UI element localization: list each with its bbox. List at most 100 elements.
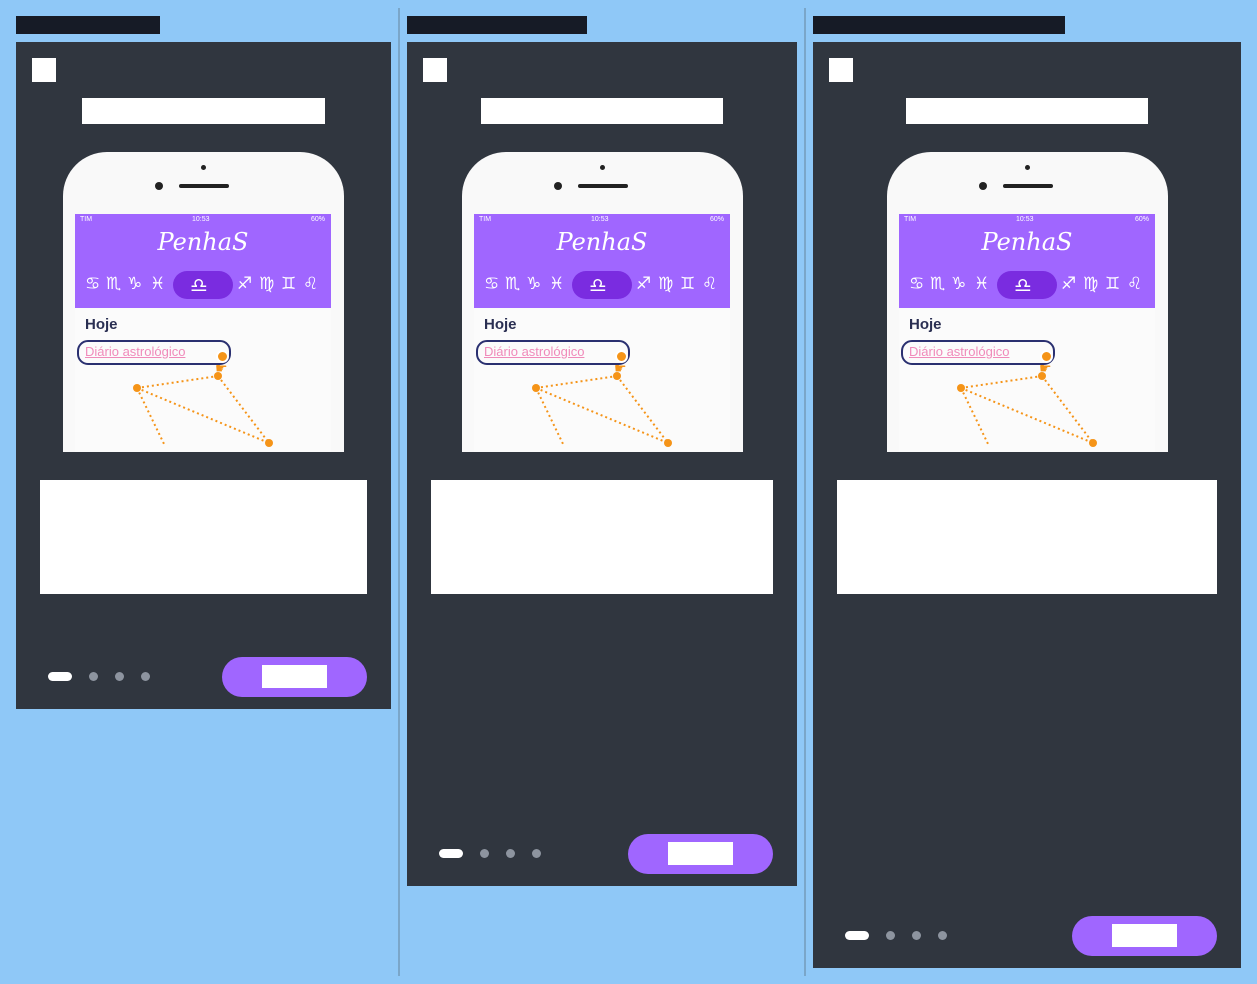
page-dot[interactable]: [480, 849, 489, 858]
status-bar: TIM 10:53 60%: [75, 216, 331, 226]
astrology-diary-link[interactable]: Diário astrológico: [901, 340, 1055, 365]
page-dot[interactable]: [89, 672, 98, 681]
sign-sagittarius[interactable]: ♐: [1061, 274, 1076, 294]
close-icon[interactable]: [32, 58, 56, 82]
next-button[interactable]: [222, 657, 367, 697]
onboarding-description: [431, 480, 773, 594]
clock: 10:53: [192, 216, 210, 223]
preview-title-bar: [813, 16, 1065, 34]
section-heading: Hoje: [85, 316, 118, 333]
astrology-diary-label: Diário astrológico: [484, 344, 585, 359]
sign-cancer[interactable]: ♋: [484, 274, 499, 294]
status-bar: TIM 10:53 60%: [474, 216, 730, 226]
page-dot[interactable]: [506, 849, 515, 858]
next-button-label: [262, 665, 327, 688]
sign-sagittarius[interactable]: ♐: [636, 274, 651, 294]
sign-sagittarius[interactable]: ♐: [237, 274, 252, 294]
astrology-diary-label: Diário astrológico: [909, 344, 1010, 359]
app-logo-title: PenhaS: [556, 228, 648, 256]
onboarding-heading: [481, 98, 723, 124]
sign-scorpio[interactable]: ♏: [505, 274, 520, 294]
sign-leo[interactable]: ♌: [1127, 274, 1142, 294]
phone-mockup: TIM 10:53 60% PenhaS ♋ ♏ ♑ ♓ ♎ ♐ ♍ ♊ ♌ H…: [887, 152, 1168, 452]
page-dot[interactable]: [532, 849, 541, 858]
sign-scorpio[interactable]: ♏: [930, 274, 945, 294]
page-dot-active[interactable]: [845, 931, 869, 940]
next-button-label: [668, 842, 733, 865]
next-button-label: [1112, 924, 1177, 947]
zodiac-sign-bar: ♋ ♏ ♑ ♓ ♎ ♐ ♍ ♊ ♌: [474, 270, 730, 300]
phone-mockup: TIM 10:53 60% PenhaS ♋ ♏ ♑ ♓ ♎ ♐ ♍ ♊ ♌ H…: [63, 152, 344, 452]
earpiece-speaker: [578, 184, 628, 188]
onboarding-description: [40, 480, 367, 594]
sign-libra-selected[interactable]: ♎: [997, 271, 1057, 299]
page-dot[interactable]: [912, 931, 921, 940]
phone-screen: TIM 10:53 60% PenhaS ♋ ♏ ♑ ♓ ♎ ♐ ♍ ♊ ♌ H…: [75, 214, 331, 452]
battery-level: 60%: [310, 216, 325, 223]
sign-virgo[interactable]: ♍: [658, 274, 673, 294]
app-header: TIM 10:53 60% PenhaS ♋ ♏ ♑ ♓ ♎ ♐ ♍ ♊ ♌: [474, 214, 730, 308]
sign-gemini[interactable]: ♊: [680, 274, 695, 294]
sign-leo[interactable]: ♌: [702, 274, 717, 294]
sign-cancer[interactable]: ♋: [909, 274, 924, 294]
page-dot-active[interactable]: [439, 849, 463, 858]
carrier-label: TIM: [479, 216, 492, 223]
close-icon[interactable]: [423, 58, 447, 82]
sign-libra-selected[interactable]: ♎: [572, 271, 632, 299]
preview-divider: [804, 8, 806, 976]
phone-mockup: TIM 10:53 60% PenhaS ♋ ♏ ♑ ♓ ♎ ♐ ♍ ♊ ♌ H…: [462, 152, 743, 452]
sign-capricorn[interactable]: ♑: [951, 274, 966, 294]
astrology-diary-link[interactable]: Diário astrológico: [476, 340, 630, 365]
front-camera: [979, 182, 987, 190]
earpiece-speaker: [179, 184, 229, 188]
status-bar: TIM 10:53 60%: [899, 216, 1155, 226]
sign-pisces[interactable]: ♓: [549, 274, 564, 294]
pagination-dots: [845, 931, 964, 940]
sign-virgo[interactable]: ♍: [259, 274, 274, 294]
constellation-icon: [133, 372, 273, 447]
page-dot-active[interactable]: [48, 672, 72, 681]
onboarding-panel-large: TIM 10:53 60% PenhaS ♋ ♏ ♑ ♓ ♎ ♐ ♍ ♊ ♌ H…: [813, 42, 1241, 968]
phone-screen: TIM 10:53 60% PenhaS ♋ ♏ ♑ ♓ ♎ ♐ ♍ ♊ ♌ H…: [474, 214, 730, 452]
astrology-diary-link[interactable]: Diário astrológico: [77, 340, 231, 365]
sign-gemini[interactable]: ♊: [281, 274, 296, 294]
sign-capricorn[interactable]: ♑: [526, 274, 541, 294]
onboarding-description: [837, 480, 1217, 594]
sign-libra-selected[interactable]: ♎: [173, 271, 233, 299]
next-button[interactable]: [1072, 916, 1217, 956]
sign-scorpio[interactable]: ♏: [106, 274, 121, 294]
preview-divider: [398, 8, 400, 976]
sign-virgo[interactable]: ♍: [1083, 274, 1098, 294]
onboarding-heading: [82, 98, 325, 124]
onboarding-panel-small: TIM 10:53 60% PenhaS ♋ ♏ ♑ ♓ ♎ ♐ ♍ ♊ ♌ H…: [16, 42, 391, 709]
sign-pisces[interactable]: ♓: [150, 274, 165, 294]
astrology-diary-label: Diário astrológico: [85, 344, 186, 359]
onboarding-panel-medium: TIM 10:53 60% PenhaS ♋ ♏ ♑ ♓ ♎ ♐ ♍ ♊ ♌ H…: [407, 42, 797, 886]
section-heading: Hoje: [909, 316, 942, 333]
close-icon[interactable]: [829, 58, 853, 82]
clock: 10:53: [591, 216, 609, 223]
constellation-icon: [532, 372, 672, 447]
sensor-dot: [1025, 165, 1030, 170]
front-camera: [554, 182, 562, 190]
page-dot[interactable]: [886, 931, 895, 940]
carrier-label: TIM: [904, 216, 917, 223]
sign-capricorn[interactable]: ♑: [127, 274, 142, 294]
page-dot[interactable]: [938, 931, 947, 940]
sign-libra: ♎: [190, 273, 208, 297]
preview-title-bar: [407, 16, 587, 34]
clock: 10:53: [1016, 216, 1034, 223]
sign-pisces[interactable]: ♓: [974, 274, 989, 294]
pagination-dots: [48, 672, 167, 681]
sign-gemini[interactable]: ♊: [1105, 274, 1120, 294]
page-dot[interactable]: [141, 672, 150, 681]
sensor-dot: [201, 165, 206, 170]
front-camera: [155, 182, 163, 190]
earpiece-speaker: [1003, 184, 1053, 188]
sign-leo[interactable]: ♌: [303, 274, 318, 294]
sign-cancer[interactable]: ♋: [85, 274, 100, 294]
next-button[interactable]: [628, 834, 773, 874]
phone-screen: TIM 10:53 60% PenhaS ♋ ♏ ♑ ♓ ♎ ♐ ♍ ♊ ♌ H…: [899, 214, 1155, 452]
sign-libra: ♎: [589, 273, 607, 297]
page-dot[interactable]: [115, 672, 124, 681]
